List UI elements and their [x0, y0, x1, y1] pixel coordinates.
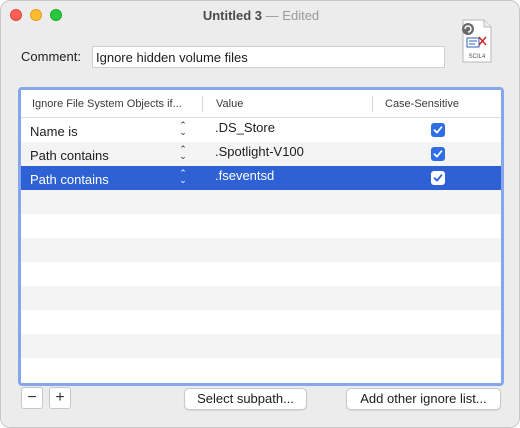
condition-popup[interactable]: Name is — [30, 124, 78, 139]
select-subpath-button[interactable]: Select subpath... — [184, 388, 307, 410]
document-icon-label: SCIL4 — [469, 54, 486, 60]
value-field[interactable]: .fseventsd — [215, 168, 274, 183]
up-down-chevron-icon[interactable]: ⌃ ⌄ — [178, 121, 188, 138]
condition-popup[interactable]: Path contains — [30, 172, 109, 187]
case-sensitive-checkbox[interactable] — [431, 171, 445, 185]
title-separator: — — [265, 8, 279, 23]
remove-row-button[interactable]: − — [21, 387, 43, 409]
checkmark-icon — [433, 126, 443, 134]
table-row[interactable]: Path contains ⌃ ⌄ .Spotlight-V100 — [21, 142, 501, 166]
checkmark-icon — [433, 150, 443, 158]
table-body: Name is ⌃ ⌄ .DS_Store Path contains ⌃ ⌄ .S… — [21, 118, 501, 382]
empty-row — [21, 358, 501, 382]
case-sensitive-checkbox[interactable] — [431, 123, 445, 137]
empty-row — [21, 238, 501, 262]
column-header-value[interactable]: Value — [216, 98, 243, 110]
empty-row — [21, 286, 501, 310]
comment-label: Comment: — [21, 49, 81, 64]
column-divider[interactable] — [372, 96, 373, 112]
condition-popup[interactable]: Path contains — [30, 148, 109, 163]
empty-row — [21, 310, 501, 334]
window-title: Untitled 3 — Edited — [1, 8, 519, 23]
document-name: Untitled 3 — [202, 8, 263, 23]
checkmark-icon — [433, 174, 443, 182]
empty-row — [21, 262, 501, 286]
edited-status: Edited — [282, 8, 320, 23]
ignore-rules-table[interactable]: Ignore File System Objects if... Value C… — [18, 87, 504, 386]
comment-field[interactable] — [92, 46, 445, 68]
title-bar: Untitled 3 — Edited — [1, 1, 519, 31]
table-row-selected[interactable]: Path contains ⌃ ⌄ .fseventsd — [21, 166, 501, 190]
value-field[interactable]: .DS_Store — [215, 120, 275, 135]
add-row-button[interactable]: + — [49, 387, 71, 409]
up-down-chevron-icon[interactable]: ⌃ ⌄ — [178, 169, 188, 186]
column-header-case-sensitive[interactable]: Case-Sensitive — [385, 98, 459, 110]
column-header-condition[interactable]: Ignore File System Objects if... — [32, 98, 182, 110]
table-header: Ignore File System Objects if... Value C… — [21, 90, 501, 118]
empty-row — [21, 190, 501, 214]
add-other-ignore-list-button[interactable]: Add other ignore list... — [346, 388, 501, 410]
empty-row — [21, 214, 501, 238]
up-down-chevron-icon[interactable]: ⌃ ⌄ — [178, 145, 188, 162]
case-sensitive-checkbox[interactable] — [431, 147, 445, 161]
table-row[interactable]: Name is ⌃ ⌄ .DS_Store — [21, 118, 501, 142]
value-field[interactable]: .Spotlight-V100 — [215, 144, 304, 159]
empty-row — [21, 334, 501, 358]
window: Untitled 3 — Edited Comment: SCIL4 Ignor… — [0, 0, 520, 428]
document-icon[interactable]: SCIL4 — [460, 17, 494, 65]
column-divider[interactable] — [202, 96, 203, 112]
